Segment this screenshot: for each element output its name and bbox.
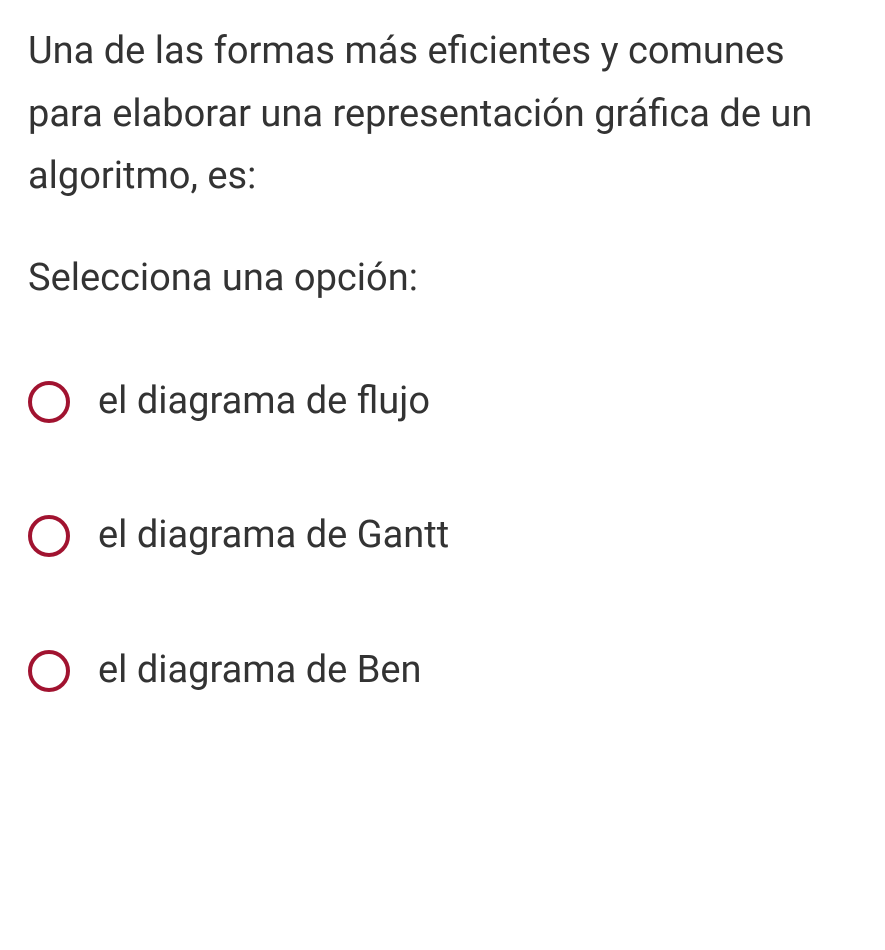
option-row-2[interactable]: el diagrama de Ben bbox=[28, 646, 857, 695]
option-label: el diagrama de Gantt bbox=[98, 511, 449, 560]
instruction-text: Selecciona una opción: bbox=[28, 250, 857, 307]
radio-icon[interactable] bbox=[28, 515, 70, 557]
option-row-1[interactable]: el diagrama de Gantt bbox=[28, 511, 857, 560]
option-label: el diagrama de Ben bbox=[98, 646, 422, 695]
radio-icon[interactable] bbox=[28, 650, 70, 692]
option-row-0[interactable]: el diagrama de flujo bbox=[28, 377, 857, 426]
question-text: Una de las formas más eficientes y comun… bbox=[28, 20, 857, 208]
radio-icon[interactable] bbox=[28, 381, 70, 423]
option-label: el diagrama de flujo bbox=[98, 377, 430, 426]
options-container: el diagrama de flujo el diagrama de Gant… bbox=[28, 377, 857, 695]
